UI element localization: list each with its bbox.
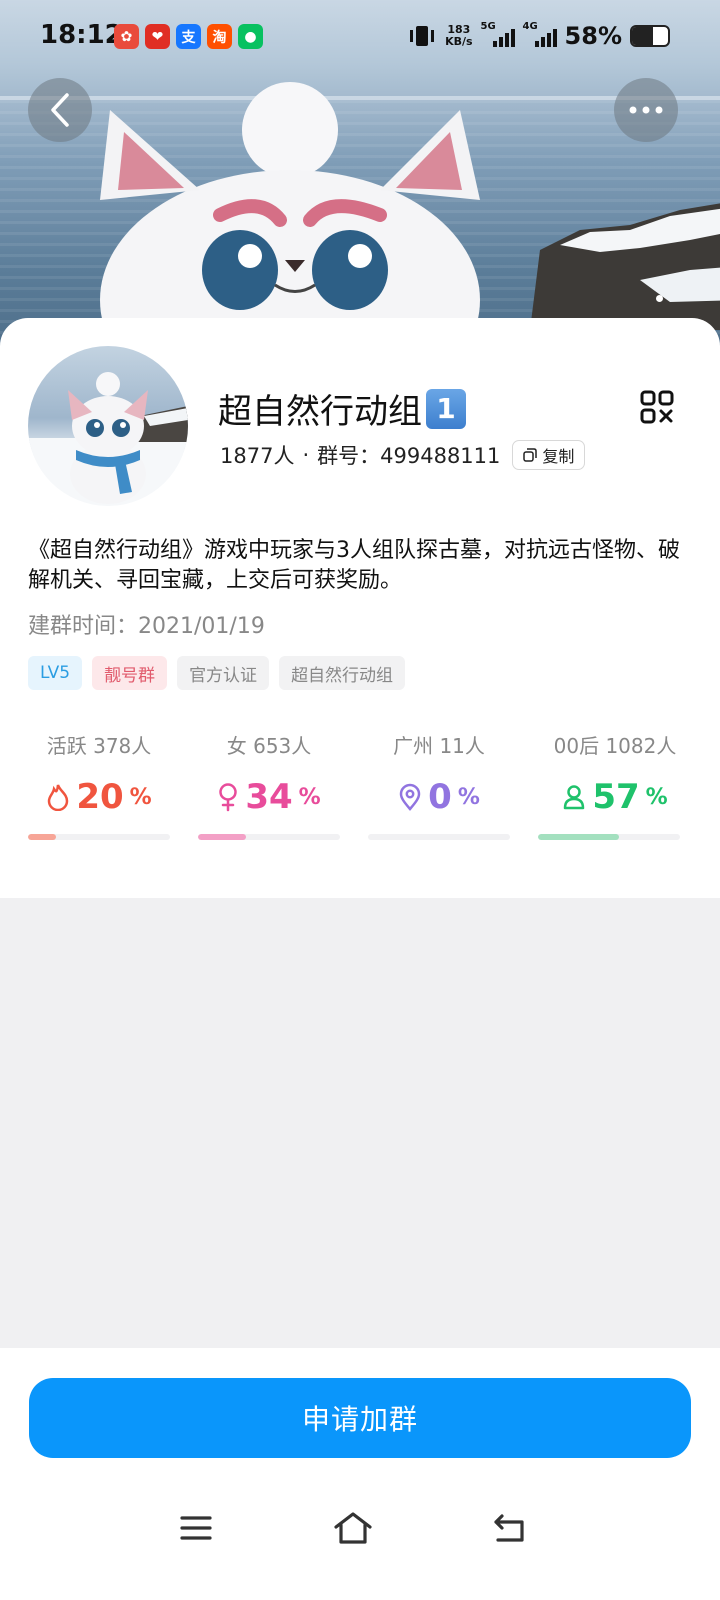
stat-label: 女 653人 <box>226 734 312 758</box>
menu-icon <box>180 1516 212 1540</box>
stat-value: 0% <box>368 777 510 817</box>
stat-female: 女 653人 34% <box>198 730 340 840</box>
group-name: 超自然行动组 1 <box>218 384 466 433</box>
location-pin-icon <box>399 783 421 811</box>
snowy-rocks-illustration <box>530 203 720 330</box>
chevron-left-icon <box>51 93 69 127</box>
meta-separator: · <box>302 443 310 467</box>
notification-app-icons: ✿ ❤ 支淘 ● <box>114 24 263 49</box>
created-label: 建群时间： <box>28 614 139 639</box>
person-icon <box>564 785 585 810</box>
pinduoduo-icon: ❤ <box>145 24 170 49</box>
stat-number: 34 <box>245 777 293 817</box>
stat-number: 20 <box>76 777 124 817</box>
signal-5g-label: 5G <box>480 21 496 32</box>
cover-banner: 18:12 ✿ ❤ 支淘 ● 183 KB/s 5G 4G 58% <box>0 0 720 360</box>
battery-icon <box>630 25 670 47</box>
carousel-indicator <box>656 295 663 302</box>
tag-level: LV5 <box>28 656 83 690</box>
mascot-illustration <box>100 82 480 360</box>
stat-progress-fill <box>28 834 57 840</box>
female-icon <box>219 783 238 812</box>
created-date: 2021/01/19 <box>138 614 265 639</box>
system-navigation-bar <box>0 1500 720 1560</box>
signal-4g-icon: 4G <box>523 21 557 47</box>
stat-progress-fill <box>538 834 619 840</box>
tag-premium-number: 靓号群 <box>92 656 168 690</box>
stat-location: 广州 11人 0% <box>368 730 510 840</box>
stat-label: 00后 1082人 <box>553 734 677 758</box>
network-speed: 183 KB/s <box>445 24 472 48</box>
status-bar: 18:12 ✿ ❤ 支淘 ● 183 KB/s 5G 4G 58% <box>0 0 720 70</box>
status-time: 18:12 <box>40 20 123 50</box>
flame-icon <box>48 784 69 811</box>
tag-verified: 官方认证 <box>177 656 270 690</box>
stat-unit: % <box>298 784 321 810</box>
stat-value: 20% <box>28 777 170 817</box>
taobao-icon: 淘 <box>207 24 232 49</box>
copy-label: 复制 <box>542 447 575 466</box>
stat-unit: % <box>645 784 668 810</box>
signal-5g-icon: 5G <box>481 21 515 47</box>
home-button[interactable] <box>331 1506 375 1550</box>
copy-button[interactable]: 复制 <box>512 440 586 470</box>
wechat-icon: ● <box>238 24 263 49</box>
signal-4g-label: 4G <box>522 21 538 32</box>
more-horizontal-icon <box>629 106 663 114</box>
battery-percent: 58% <box>564 22 622 50</box>
member-count: 1877人 <box>220 444 295 468</box>
qr-code-icon[interactable] <box>640 390 674 424</box>
tag-topic: 超自然行动组 <box>279 656 406 690</box>
vibrate-icon <box>410 26 435 46</box>
stat-active: 活跃 378人 20% <box>28 730 170 840</box>
created-time: 建群时间：2021/01/19 <box>28 608 265 640</box>
group-id: 群号：499488111 <box>317 440 500 470</box>
stat-number: 57 <box>592 777 640 817</box>
group-stats: 活跃 378人 20% 女 653人 34% 广州 11人 0 % 00后 10… <box>28 730 692 850</box>
group-meta: 1877人 · 群号：499488111 复制 <box>220 440 586 470</box>
stat-unit: % <box>129 784 152 810</box>
stat-label: 广州 11人 <box>393 734 485 758</box>
group-name-text: 超自然行动组 <box>218 392 422 432</box>
stat-label: 活跃 378人 <box>46 734 152 758</box>
group-avatar[interactable] <box>28 346 188 506</box>
group-tags: LV5 靓号群 官方认证 超自然行动组 <box>28 656 406 690</box>
copy-icon <box>523 448 538 462</box>
group-id-label: 群号： <box>317 444 381 468</box>
stat-number: 0 <box>428 777 452 817</box>
stat-progress-bar <box>368 834 510 840</box>
back-icon <box>494 1514 524 1542</box>
network-speed-unit: KB/s <box>445 35 473 48</box>
stat-progress-bar <box>28 834 170 840</box>
group-id-value: 499488111 <box>380 444 501 468</box>
stat-progress-bar <box>538 834 680 840</box>
stat-value: 57% <box>538 777 692 817</box>
stat-value: 34% <box>198 777 340 817</box>
stat-unit: % <box>457 784 480 810</box>
menu-button[interactable] <box>174 1506 218 1550</box>
stat-progress-fill <box>198 834 247 840</box>
group-info-card: 超自然行动组 1 1877人 · 群号：499488111 复制 《超自然行动组… <box>0 318 720 898</box>
group-description: 《超自然行动组》游戏中玩家与3人组队探古墓，对抗远古怪物、破解机关、寻回宝藏，上… <box>28 538 680 593</box>
alipay-icon: 支 <box>176 24 201 49</box>
stat-generation: 00后 1082人 57% <box>538 730 692 840</box>
more-button[interactable] <box>614 78 678 142</box>
system-back-button[interactable] <box>488 1506 532 1550</box>
home-icon <box>334 1512 372 1544</box>
keycap-one-emoji: 1 <box>426 388 466 429</box>
join-group-button[interactable]: 申请加群 <box>29 1378 691 1458</box>
avatar-mascot-image <box>28 372 188 506</box>
stat-progress-bar <box>198 834 340 840</box>
baidu-map-icon: ✿ <box>114 24 139 49</box>
back-button[interactable] <box>28 78 92 142</box>
status-indicators: 183 KB/s 5G 4G 58% <box>407 21 670 50</box>
